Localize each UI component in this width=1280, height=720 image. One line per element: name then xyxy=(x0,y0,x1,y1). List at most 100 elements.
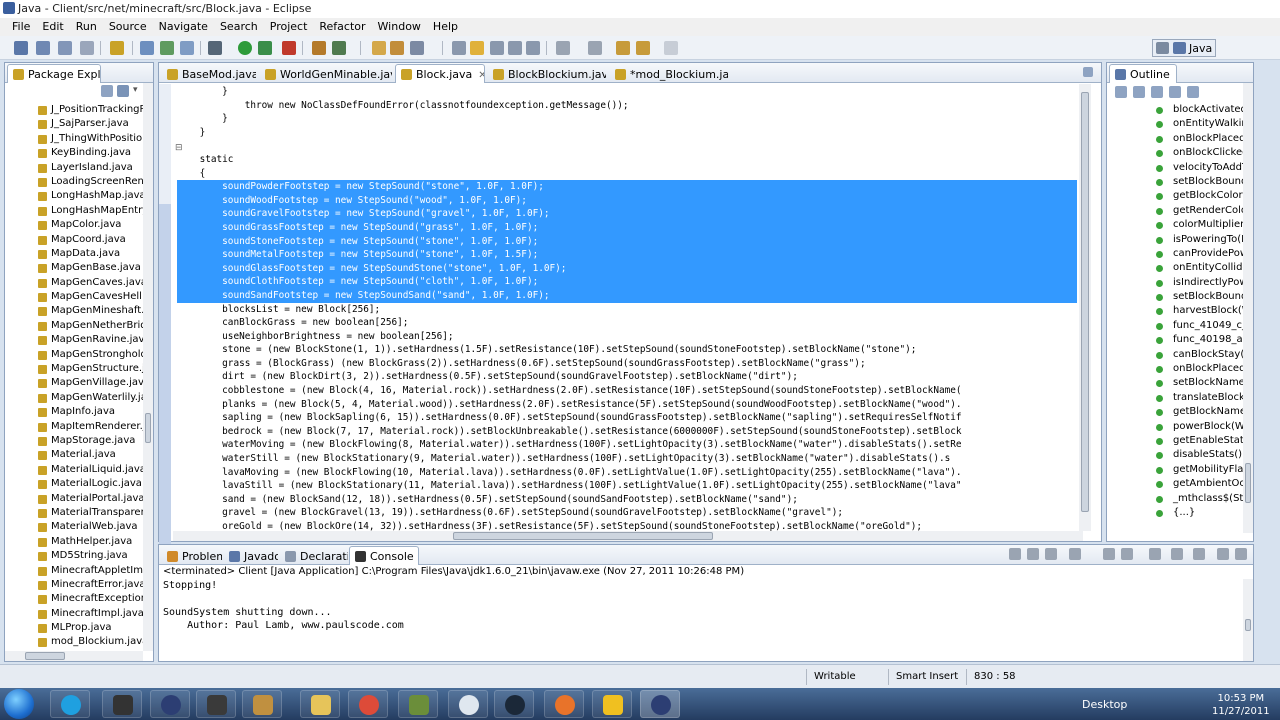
menu-run[interactable]: Run xyxy=(70,18,103,36)
package-tree-item[interactable]: LongHashMapEntry.j xyxy=(5,204,143,218)
show-whitespace-icon[interactable] xyxy=(508,41,522,55)
remove-all-icon[interactable] xyxy=(1045,548,1057,560)
package-tree-item[interactable]: MinecraftImpl.java xyxy=(5,607,143,621)
outline-item[interactable]: getEnableStats( xyxy=(1107,434,1243,448)
code-area[interactable]: } throw new NoClassDefFoundError(classno… xyxy=(177,85,1077,533)
back-arrow-icon[interactable] xyxy=(636,41,650,55)
scroll-lock-icon[interactable] xyxy=(1103,548,1115,560)
link-with-editor-icon[interactable] xyxy=(117,85,129,97)
paragraph-icon[interactable] xyxy=(526,41,540,55)
taskbar-app-9[interactable] xyxy=(448,690,488,718)
package-tree-item[interactable]: KeyBinding.java xyxy=(5,146,143,160)
taskbar-app-11[interactable] xyxy=(544,690,584,718)
package-tree-item[interactable]: MathHelper.java xyxy=(5,535,143,549)
taskbar-app-5[interactable] xyxy=(242,690,282,718)
block-selection-icon[interactable] xyxy=(490,41,504,55)
package-tree-item[interactable]: MapStorage.java xyxy=(5,434,143,448)
hide-static-icon[interactable] xyxy=(1151,86,1163,98)
package-tree-item[interactable]: LoadingScreenRende xyxy=(5,175,143,189)
package-tree-item[interactable]: MinecraftAppletImpl. xyxy=(5,564,143,578)
tab-blockblockium[interactable]: BlockBlockium.java xyxy=(487,64,607,83)
outline-item[interactable]: getRenderColor xyxy=(1107,204,1243,218)
outline-item[interactable]: canProvidePowe xyxy=(1107,247,1243,261)
package-explorer-vscroll[interactable] xyxy=(143,83,153,651)
toggle-breadcrumb-icon[interactable] xyxy=(452,41,466,55)
menu-navigate[interactable]: Navigate xyxy=(153,18,214,36)
outline-item[interactable]: onEntityCollidec xyxy=(1107,261,1243,275)
package-tree-item[interactable]: mod_Blockium.java xyxy=(5,635,143,649)
tab-declaration[interactable]: Declaration xyxy=(279,546,349,565)
previous-annotation-icon[interactable] xyxy=(588,41,602,55)
package-tree-item[interactable]: MapGenRavine.java xyxy=(5,333,143,347)
outline-item[interactable]: setBlockBounds xyxy=(1107,290,1243,304)
package-tree-item[interactable]: MapGenNetherBridge xyxy=(5,319,143,333)
hide-local-types-icon[interactable] xyxy=(1187,86,1199,98)
taskbar-eclipse-active[interactable] xyxy=(640,690,680,718)
close-icon[interactable]: ✕ xyxy=(478,70,484,81)
open-folder-icon[interactable] xyxy=(372,41,386,55)
package-tree-item[interactable]: LayerIsland.java xyxy=(5,161,143,175)
outline-item[interactable]: setBlockBounds xyxy=(1107,175,1243,189)
package-tree-item[interactable]: MapData.java xyxy=(5,247,143,261)
package-tree-item[interactable]: MaterialWeb.java xyxy=(5,520,143,534)
run-icon[interactable] xyxy=(238,41,252,55)
outline-item[interactable]: getBlockColor() xyxy=(1107,189,1243,203)
desktop-toolbar-label[interactable]: Desktop xyxy=(1082,698,1127,711)
new-class-icon[interactable] xyxy=(180,41,194,55)
package-tree-item[interactable]: MaterialLogic.java xyxy=(5,477,143,491)
taskbar-app-12[interactable] xyxy=(592,690,632,718)
package-tree-item[interactable]: MapCoord.java xyxy=(5,233,143,247)
package-tree-item[interactable]: MaterialTransparent.j xyxy=(5,506,143,520)
taskbar-chrome[interactable] xyxy=(348,690,388,718)
outline-item[interactable]: translateBlockN xyxy=(1107,391,1243,405)
package-tree-item[interactable]: MapColor.java xyxy=(5,218,143,232)
outline-item[interactable]: canBlockStay(W xyxy=(1107,348,1243,362)
word-wrap-icon[interactable] xyxy=(1121,548,1133,560)
package-tree-item[interactable]: MaterialPortal.java xyxy=(5,492,143,506)
outline-item[interactable]: {...} xyxy=(1107,506,1243,520)
outline-item[interactable]: onEntityWalking xyxy=(1107,117,1243,131)
package-tree-item[interactable]: MinecraftError.java xyxy=(5,578,143,592)
package-tree-item[interactable]: LongHashMap.java xyxy=(5,189,143,203)
outline-item[interactable]: getBlockName() xyxy=(1107,405,1243,419)
tab-block[interactable]: Block.java ✕ xyxy=(395,64,485,83)
taskbar-skype[interactable] xyxy=(50,690,90,718)
editor-hscroll[interactable] xyxy=(173,531,1083,541)
taskbar-app-4[interactable] xyxy=(196,690,236,718)
open-resource-icon[interactable] xyxy=(390,41,404,55)
run-dropdown-icon[interactable] xyxy=(258,41,272,55)
console-output[interactable]: Stopping! SoundSystem shutting down... Au… xyxy=(163,579,404,633)
package-tree-item[interactable]: MapGenMineshaft.ja xyxy=(5,304,143,318)
system-clock[interactable]: 10:53 PM 11/27/2011 xyxy=(1212,692,1270,718)
save-all-icon[interactable] xyxy=(58,41,72,55)
terminate-icon[interactable] xyxy=(1009,548,1021,560)
open-console-icon[interactable] xyxy=(1193,548,1205,560)
clear-console-icon[interactable] xyxy=(1069,548,1081,560)
outline-item[interactable]: disableStats() : xyxy=(1107,448,1243,462)
outline-item[interactable]: getMobilityFlag( xyxy=(1107,463,1243,477)
menu-help[interactable]: Help xyxy=(427,18,464,36)
menu-source[interactable]: Source xyxy=(103,18,153,36)
package-tree-item[interactable]: Material.java xyxy=(5,448,143,462)
menu-file[interactable]: File xyxy=(6,18,36,36)
menu-refactor[interactable]: Refactor xyxy=(313,18,371,36)
open-perspective-icon[interactable] xyxy=(1156,42,1169,54)
last-edit-location-icon[interactable] xyxy=(616,41,630,55)
outline-item[interactable]: isIndirectlyPow xyxy=(1107,276,1243,290)
menu-search[interactable]: Search xyxy=(214,18,264,36)
outline-item[interactable]: colorMultiplier(I xyxy=(1107,218,1243,232)
package-tree-item[interactable]: MLProp.java xyxy=(5,621,143,635)
package-tree-item[interactable]: MapGenStronghold.ja xyxy=(5,348,143,362)
outline-item[interactable]: getAmbientOcc xyxy=(1107,477,1243,491)
start-button[interactable] xyxy=(4,689,34,719)
outline-item[interactable]: func_40198_a(m xyxy=(1107,333,1243,347)
outline-vscroll[interactable] xyxy=(1243,83,1253,533)
mark-occurrences-icon[interactable] xyxy=(470,41,484,55)
lock-icon[interactable] xyxy=(110,41,124,55)
outline-item[interactable]: onBlockPlaced(V xyxy=(1107,132,1243,146)
tab-outline[interactable]: Outline ✕ xyxy=(1109,64,1177,83)
taskbar-app-2[interactable] xyxy=(102,690,142,718)
search-icon[interactable] xyxy=(332,41,346,55)
outline-item[interactable]: harvestBlock(W xyxy=(1107,304,1243,318)
tab-console[interactable]: Console✕ xyxy=(349,546,419,565)
